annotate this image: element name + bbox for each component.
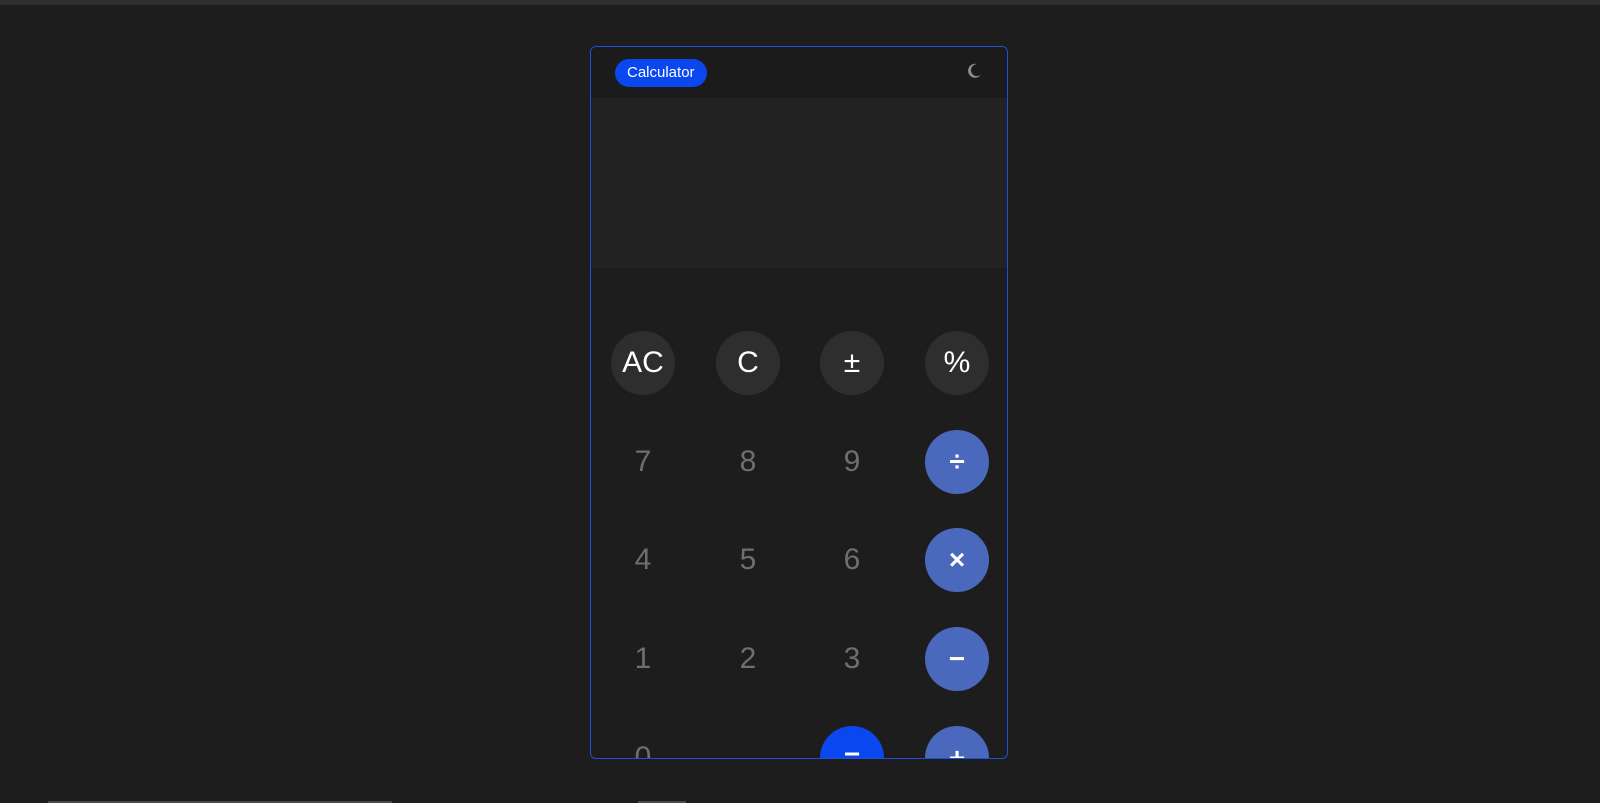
digit-2-button[interactable]: 2 (716, 627, 780, 691)
equals-button[interactable]: = (820, 726, 884, 758)
digit-7-button[interactable]: 7 (611, 430, 675, 494)
plus-minus-button[interactable]: ± (820, 331, 884, 395)
multiply-button[interactable]: × (925, 528, 989, 592)
app-title-badge: Calculator (615, 59, 707, 87)
plus-button[interactable]: + (925, 726, 989, 758)
calculator-header: Calculator (591, 47, 1007, 98)
decimal-button[interactable]: . (716, 726, 780, 758)
keypad: AC C ± % 7 8 9 ÷ 4 5 6 × 1 2 3 − 0 . = + (591, 268, 1007, 758)
all-clear-button[interactable]: AC (611, 331, 675, 395)
minus-button[interactable]: − (925, 627, 989, 691)
calculator-window: Calculator AC C ± % 7 8 9 ÷ 4 5 6 × 1 2 … (590, 46, 1008, 759)
digit-5-button[interactable]: 5 (716, 528, 780, 592)
percent-button[interactable]: % (925, 331, 989, 395)
digit-1-button[interactable]: 1 (611, 627, 675, 691)
calculator-display (591, 98, 1007, 268)
divide-button[interactable]: ÷ (925, 430, 989, 494)
digit-6-button[interactable]: 6 (820, 528, 884, 592)
digit-3-button[interactable]: 3 (820, 627, 884, 691)
digit-9-button[interactable]: 9 (820, 430, 884, 494)
digit-4-button[interactable]: 4 (611, 528, 675, 592)
top-strip (0, 0, 1600, 5)
digit-8-button[interactable]: 8 (716, 430, 780, 494)
moon-icon[interactable] (964, 61, 984, 81)
clear-button[interactable]: C (716, 331, 780, 395)
digit-0-button[interactable]: 0 (611, 726, 675, 758)
